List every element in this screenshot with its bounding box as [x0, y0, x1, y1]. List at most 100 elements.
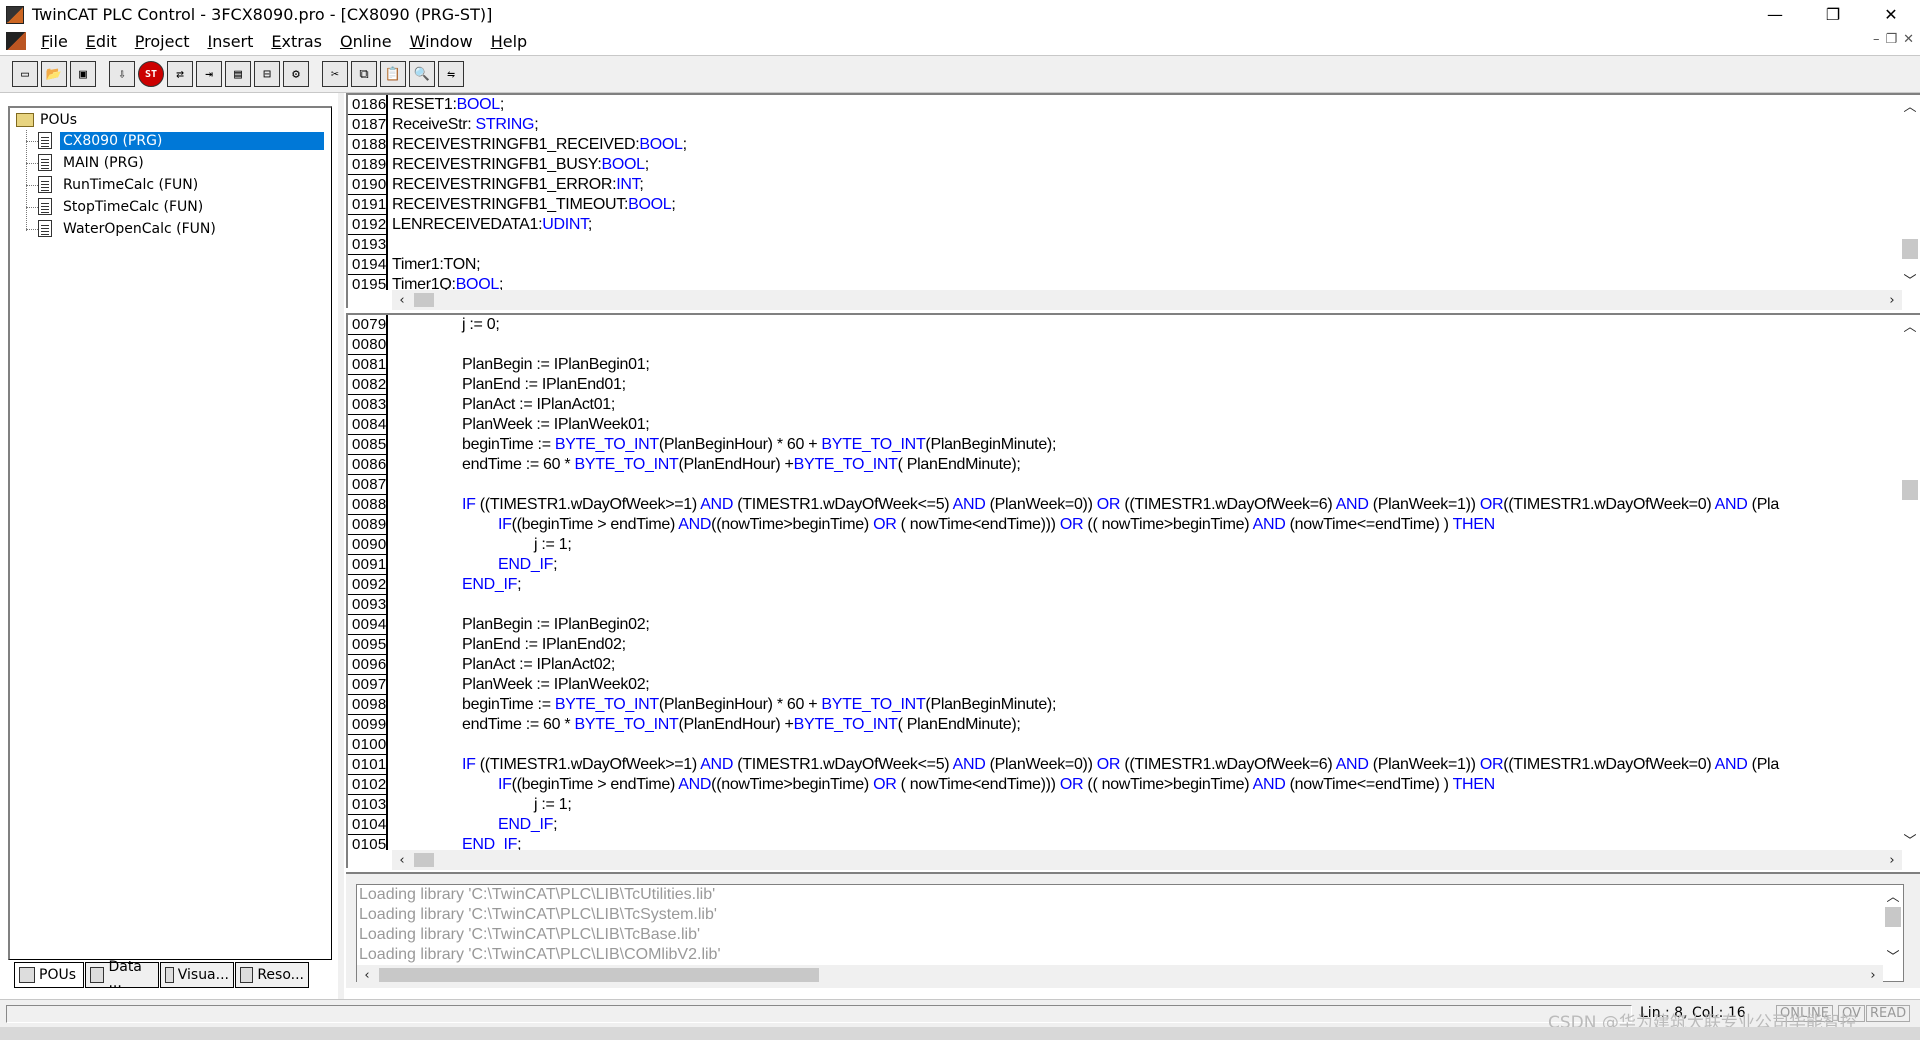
code-line[interactable]: j := 0; [392, 315, 1898, 335]
code-line[interactable]: IF((beginTime > endTime) AND((nowTime>be… [392, 775, 1898, 795]
tree-item-stoptimecalc[interactable]: StopTimeCalc (FUN) [38, 196, 206, 217]
code-line[interactable]: END_IF; [392, 575, 1898, 595]
scroll-left-arrow-icon[interactable]: ‹ [392, 850, 412, 870]
scroll-right-arrow-icon[interactable]: › [1863, 965, 1883, 985]
tree-item-wateropencalc[interactable]: WaterOpenCalc (FUN) [38, 218, 219, 239]
declaration-vertical-scrollbar[interactable]: ︿ ﹀ [1900, 95, 1920, 290]
scroll-thumb[interactable] [414, 293, 434, 307]
paste-button[interactable]: 📋 [380, 61, 406, 87]
menu-item-window[interactable]: Window [401, 32, 482, 51]
code-line[interactable]: PlanBegin := IPlanBegin01; [392, 355, 1898, 375]
code-line[interactable]: IF((beginTime > endTime) AND((nowTime>be… [392, 515, 1898, 535]
menu-item-edit[interactable]: Edit [77, 32, 126, 51]
declaration-horizontal-scrollbar[interactable]: ‹ › [392, 290, 1902, 310]
new-file-button[interactable]: ▭ [12, 61, 38, 87]
code-line[interactable]: END_IF; [392, 815, 1898, 835]
menu-item-online[interactable]: Online [331, 32, 401, 51]
code-line[interactable]: END_IF; [392, 835, 1898, 850]
code-line[interactable] [392, 335, 1898, 355]
tab-reso[interactable]: Reso... [235, 962, 309, 988]
tree-root-pous[interactable]: POUs [16, 112, 77, 128]
code-line[interactable] [392, 735, 1898, 755]
scroll-thumb[interactable] [379, 968, 819, 982]
restore-button[interactable]: ❐ [1804, 0, 1862, 29]
code-line[interactable]: RECEIVESTRINGFB1_TIMEOUT:BOOL; [392, 195, 1898, 215]
code-line[interactable] [392, 235, 1898, 255]
copy-button[interactable]: ⧉ [351, 61, 377, 87]
code-line[interactable]: PlanAct := IPlanAct02; [392, 655, 1898, 675]
code-line[interactable]: PlanWeek := IPlanWeek02; [392, 675, 1898, 695]
mdi-minimize-button[interactable]: – [1873, 32, 1880, 47]
logout-button[interactable]: ⇥ [196, 61, 222, 87]
code-line[interactable]: PlanEnd := IPlanEnd02; [392, 635, 1898, 655]
cut-button[interactable]: ✂ [322, 61, 348, 87]
minimize-button[interactable]: — [1746, 0, 1804, 29]
code-line[interactable]: j := 1; [392, 535, 1898, 555]
scroll-up-arrow-icon[interactable]: ︿ [1900, 315, 1920, 335]
code-line[interactable] [392, 595, 1898, 615]
message-line[interactable]: Loading library 'C:\TwinCAT\PLC\LIB\COMl… [357, 945, 1883, 965]
code-line[interactable]: ReceiveStr: STRING; [392, 115, 1898, 135]
declaration-editor[interactable]: 0186 0187 0188 0189 0190 0191 0192 0193 0194 0195… [346, 93, 1920, 310]
code-line[interactable]: RECEIVESTRINGFB1_ERROR:INT; [392, 175, 1898, 195]
close-button[interactable]: ✕ [1862, 0, 1920, 29]
scroll-down-arrow-icon[interactable]: ﹀ [1900, 829, 1920, 849]
menu-item-help[interactable]: Help [482, 32, 536, 51]
code-line[interactable]: RECEIVESTRINGFB1_RECEIVED:BOOL; [392, 135, 1898, 155]
code-line[interactable]: RECEIVESTRINGFB1_BUSY:BOOL; [392, 155, 1898, 175]
mdi-restore-button[interactable]: ❐ [1885, 32, 1897, 47]
reset-button[interactable]: ⚙ [283, 61, 309, 87]
code-line[interactable]: beginTime := BYTE_TO_INT(PlanBeginHour) … [392, 695, 1898, 715]
menu-item-insert[interactable]: Insert [199, 32, 263, 51]
code-line[interactable]: PlanBegin := IPlanBegin02; [392, 615, 1898, 635]
tree-item-cx8090[interactable]: CX8090 (PRG) [38, 130, 324, 151]
scroll-right-arrow-icon[interactable]: › [1882, 290, 1902, 310]
code-horizontal-scrollbar[interactable]: ‹ › [392, 850, 1902, 870]
tab-data[interactable]: Data ... [85, 959, 159, 991]
code-editor[interactable]: 0079 0080 0081 0082 0083 0084 0085 0086 0087 0088… [346, 313, 1920, 870]
code-line[interactable]: PlanEnd := IPlanEnd01; [392, 375, 1898, 395]
message-line[interactable]: Loading library 'C:\TwinCAT\PLC\LIB\TcSy… [357, 905, 1883, 925]
code-line[interactable]: IF ((TIMESTR1.wDayOfWeek>=1) AND (TIMEST… [392, 495, 1898, 515]
code-line[interactable]: Timer1Q:BOOL; [392, 275, 1898, 290]
document-menu-icon[interactable] [6, 32, 26, 50]
find-button[interactable]: 🔍 [409, 61, 435, 87]
scroll-thumb[interactable] [1902, 239, 1918, 259]
code-line[interactable]: j := 1; [392, 795, 1898, 815]
tab-visua[interactable]: Visua... [160, 962, 234, 988]
code-vertical-scrollbar[interactable]: ︿ ﹀ [1900, 315, 1920, 850]
code-line[interactable]: IF ((TIMESTR1.wDayOfWeek>=1) AND (TIMEST… [392, 755, 1898, 775]
replace-button[interactable]: ⇋ [438, 61, 464, 87]
code-line[interactable]: LENRECEIVEDATA1:UDINT; [392, 215, 1898, 235]
message-line[interactable]: Loading library 'C:\TwinCAT\PLC\LIB\TcUt… [357, 885, 1883, 905]
code-body[interactable]: j := 0; PlanBegin := IPlanBegin01; PlanEnd… [392, 315, 1898, 850]
code-line[interactable]: beginTime := BYTE_TO_INT(PlanBeginHour) … [392, 435, 1898, 455]
scroll-down-arrow-icon[interactable]: ﹀ [1900, 269, 1920, 289]
tree-item-main[interactable]: MAIN (PRG) [38, 152, 147, 173]
code-line[interactable] [392, 475, 1898, 495]
step-button[interactable]: ⊟ [254, 61, 280, 87]
tab-pous[interactable]: POUs [14, 962, 84, 988]
menu-item-project[interactable]: Project [126, 32, 199, 51]
mdi-close-button[interactable]: ✕ [1903, 32, 1914, 47]
scroll-down-arrow-icon[interactable]: ﹀ [1883, 945, 1903, 965]
code-line[interactable]: Timer1:TON; [392, 255, 1898, 275]
declaration-code[interactable]: RESET1:BOOL; ReceiveStr: STRING; RECEIVEST… [392, 95, 1898, 290]
scroll-right-arrow-icon[interactable]: › [1882, 850, 1902, 870]
code-line[interactable]: END_IF; [392, 555, 1898, 575]
stop-button[interactable]: ST [138, 61, 164, 87]
code-line[interactable]: RESET1:BOOL; [392, 95, 1898, 115]
message-horizontal-scrollbar[interactable]: ‹ › [357, 965, 1883, 985]
message-line[interactable]: Loading library 'C:\TwinCAT\PLC\LIB\TcBa… [357, 925, 1883, 945]
scroll-thumb[interactable] [1902, 480, 1918, 500]
code-line[interactable]: PlanWeek := IPlanWeek01; [392, 415, 1898, 435]
scroll-thumb[interactable] [1885, 907, 1901, 927]
scroll-left-arrow-icon[interactable]: ‹ [357, 965, 377, 985]
message-vertical-scrollbar[interactable]: ︿ ﹀ [1883, 885, 1903, 965]
menu-item-file[interactable]: File [32, 32, 77, 51]
scroll-thumb[interactable] [414, 853, 434, 867]
save-button[interactable]: ▣ [70, 61, 96, 87]
open-file-button[interactable]: 📂 [41, 61, 67, 87]
code-line[interactable]: PlanAct := IPlanAct01; [392, 395, 1898, 415]
code-line[interactable]: endTime := 60 * BYTE_TO_INT(PlanEndHour)… [392, 455, 1898, 475]
